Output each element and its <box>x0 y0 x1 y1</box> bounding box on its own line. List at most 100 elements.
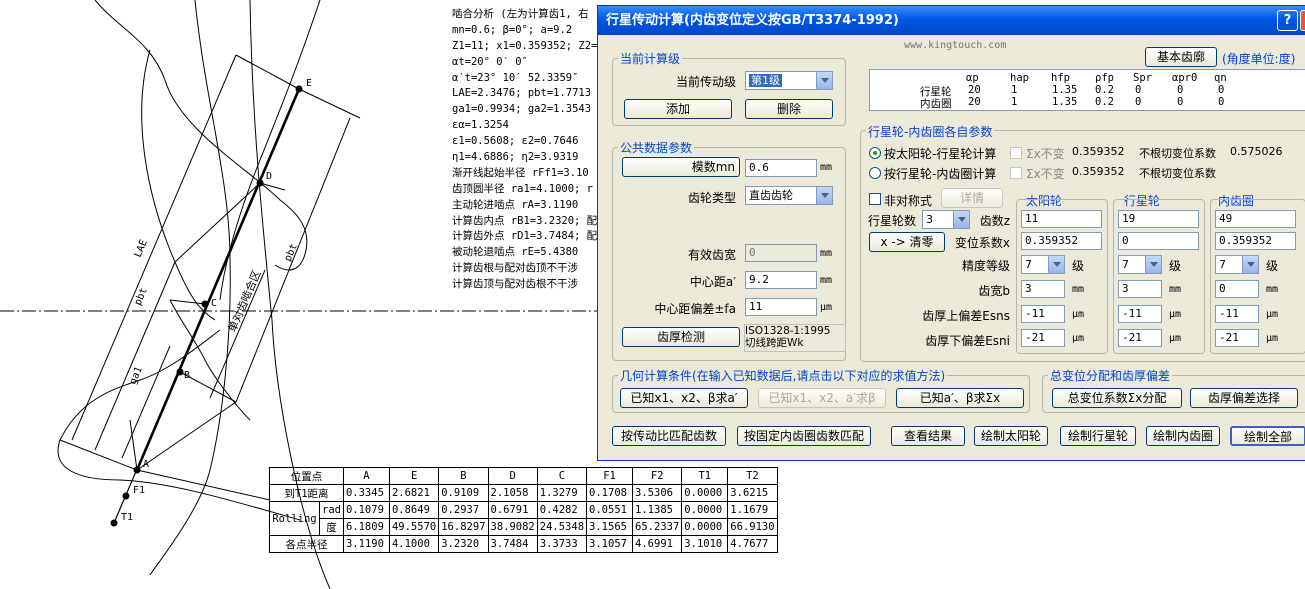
match-by-ratio-button[interactable]: 按传动比匹配齿数 <box>612 426 726 446</box>
rack-header: qn <box>1214 72 1227 84</box>
label-d: D <box>266 171 272 182</box>
chevron-down-icon[interactable] <box>816 72 832 89</box>
rack-cell: 0 <box>1135 96 1142 108</box>
help-button[interactable]: ? <box>1277 10 1298 31</box>
thickness-check-button[interactable]: 齿厚检测 <box>622 327 740 347</box>
sun-width-input[interactable]: 3 <box>1021 280 1065 298</box>
table-cell: 0.6791 <box>487 501 538 519</box>
ring-upper-input[interactable]: -11 <box>1215 305 1259 323</box>
sun-upper-input[interactable]: -11 <box>1021 305 1065 323</box>
table-header-cell: F2 <box>632 467 683 485</box>
undercut-factor-label-1: 不根切变位系数 <box>1139 147 1216 160</box>
calc-sum-shift-button[interactable]: 已知a′、β求Σx <box>896 388 1024 408</box>
sun-grade-unit: 级 <box>1072 259 1085 273</box>
center-distance-input[interactable]: 9.2 <box>745 271 817 289</box>
planet-width-input[interactable]: 3 <box>1118 280 1162 298</box>
table-row: 到T1距离 0.3345 2.6821 0.9109 2.1058 1.3279… <box>269 484 778 502</box>
table-row: 各点半径 3.1190 4.1000 3.2320 3.7484 3.3733 … <box>269 535 778 553</box>
module-input[interactable]: 0.6 <box>745 159 817 177</box>
table-cell: 3.1190 <box>342 535 390 553</box>
planet-upper-input[interactable]: -11 <box>1118 305 1162 323</box>
table-cell: 1.1385 <box>632 501 683 519</box>
planet-shift-input[interactable]: 0 <box>1118 232 1199 250</box>
ring-teeth-input[interactable]: 49 <box>1215 210 1296 228</box>
add-stage-button[interactable]: 添加 <box>624 99 732 119</box>
ring-shift-input[interactable]: 0.359352 <box>1215 232 1296 250</box>
gear-type-select[interactable]: 直齿齿轮 <box>745 186 833 205</box>
chevron-down-icon[interactable] <box>816 187 832 204</box>
mesh-analysis-text: 啮合分析 (左为计算齿1, 右 mn=0.6; β=0°; a=9.2 Z1=1… <box>452 7 597 293</box>
draw-all-button[interactable]: 绘制全部 <box>1230 426 1305 446</box>
point-d <box>256 179 264 187</box>
point-t1 <box>110 519 118 527</box>
mesh-line: 被动轮退啮点 rE=5.4380 <box>452 246 579 259</box>
rack-header: αpr0 <box>1172 72 1198 84</box>
sun-lower-input[interactable]: -21 <box>1021 329 1065 347</box>
distribute-shift-button[interactable]: 总变位系数Σx分配 <box>1052 388 1182 408</box>
close-button[interactable]: × <box>1300 10 1305 31</box>
rack-cell: 0 <box>1218 96 1225 108</box>
chevron-down-icon[interactable] <box>1145 256 1161 273</box>
label-pbt2: pbt <box>283 242 300 263</box>
module-button[interactable]: 模数mn <box>622 157 740 177</box>
table-header-row: 位置点 A E B D C F1 F2 T1 T2 <box>269 467 778 485</box>
view-results-button[interactable]: 查看结果 <box>891 426 965 446</box>
sun-grade-select[interactable]: 7 <box>1021 255 1065 274</box>
draw-sun-button[interactable]: 绘制太阳轮 <box>974 426 1048 446</box>
chevron-down-icon[interactable] <box>1242 256 1258 273</box>
option-sun-planet-radio[interactable] <box>869 147 881 159</box>
calc-helix-angle-button[interactable]: 已知x1、x2、a′求β <box>758 388 886 408</box>
title-bar[interactable]: 行星传动计算(内齿变位定义按GB/T3374-1992) ? × <box>598 6 1305 35</box>
sun-shift-input[interactable]: 0.359352 <box>1021 232 1102 250</box>
table-cell: 4.1000 <box>388 535 440 553</box>
delete-stage-button[interactable]: 删除 <box>745 99 833 119</box>
planet-lower-input[interactable]: -21 <box>1118 329 1162 347</box>
teeth-label: 齿数z <box>979 214 1010 228</box>
table-cell: 3.2320 <box>438 535 489 553</box>
draw-ring-button[interactable]: 绘制内齿圈 <box>1146 426 1220 446</box>
stage-select[interactable]: 第1级 <box>745 71 833 90</box>
ring-grade-select[interactable]: 7 <box>1215 255 1259 274</box>
match-by-ring-button[interactable]: 按固定内齿圈齿数匹配 <box>737 426 871 446</box>
planet-teeth-input[interactable]: 19 <box>1118 210 1199 228</box>
table-cell: 16.8297 <box>438 518 489 536</box>
calc-center-distance-button[interactable]: 已知x1、x2、β求a′ <box>620 388 748 408</box>
detail-button[interactable]: 详情 <box>941 188 1003 208</box>
option-planet-ring-label[interactable]: 按行星轮-内齿圈计算 <box>884 165 996 182</box>
rack-header: Spr <box>1133 72 1152 84</box>
sun-teeth-input[interactable]: 11 <box>1021 210 1102 228</box>
stage-value: 第1级 <box>749 74 782 87</box>
zero-shift-button[interactable]: x -> 清零 <box>869 232 945 252</box>
rack-cell: 20 <box>968 84 981 96</box>
thickness-standard: ISO1328-1:1995 <box>745 325 831 337</box>
sum-x-fixed-checkbox-2[interactable] <box>1010 167 1022 179</box>
label-a: A <box>143 459 149 470</box>
ring-lower-input[interactable]: -21 <box>1215 329 1259 347</box>
option-sun-planet-label[interactable]: 按太阳轮-行星轮计算 <box>884 145 996 162</box>
upper-deviation-label: 齿厚上偏差Esns <box>922 309 1010 323</box>
common-data-title: 公共数据参数 <box>618 139 695 156</box>
table-cell: 0.4282 <box>536 501 588 519</box>
rack-header: hfp <box>1051 72 1070 84</box>
mesh-line: η1=4.6886; η2=3.9319 <box>452 151 579 164</box>
tooth-profile-low <box>59 329 221 441</box>
rack-cell: 0.2 <box>1095 84 1114 96</box>
draw-planet-button[interactable]: 绘制行星轮 <box>1060 426 1136 446</box>
planet-grade-select[interactable]: 7 <box>1118 255 1162 274</box>
chevron-down-icon[interactable] <box>1048 256 1064 273</box>
mesh-line: ε1=0.5608; ε2=0.7646 <box>452 135 579 148</box>
planet-count-select[interactable]: 3 <box>922 210 970 229</box>
option-planet-ring-radio[interactable] <box>869 167 881 179</box>
sum-x-fixed-checkbox-1[interactable] <box>1010 147 1022 159</box>
sum-x-value-2: 0.359352 <box>1072 165 1125 178</box>
mesh-line: 计算齿根与配对齿顶不干涉 <box>452 262 578 275</box>
basic-profile-button[interactable]: 基本齿廓 <box>1145 47 1217 67</box>
label-lae: LAE <box>133 238 150 259</box>
ring-width-input[interactable]: 0 <box>1215 280 1259 298</box>
mesh-line: mn=0.6; β=0°; a=9.2 <box>452 23 573 36</box>
table-header-cell: F1 <box>586 467 634 485</box>
thickness-deviation-button[interactable]: 齿厚偏差选择 <box>1190 388 1298 408</box>
face-width-input[interactable]: 0 <box>745 244 817 262</box>
center-tolerance-input[interactable]: 11 <box>745 298 817 316</box>
asymmetric-checkbox[interactable] <box>869 193 881 205</box>
